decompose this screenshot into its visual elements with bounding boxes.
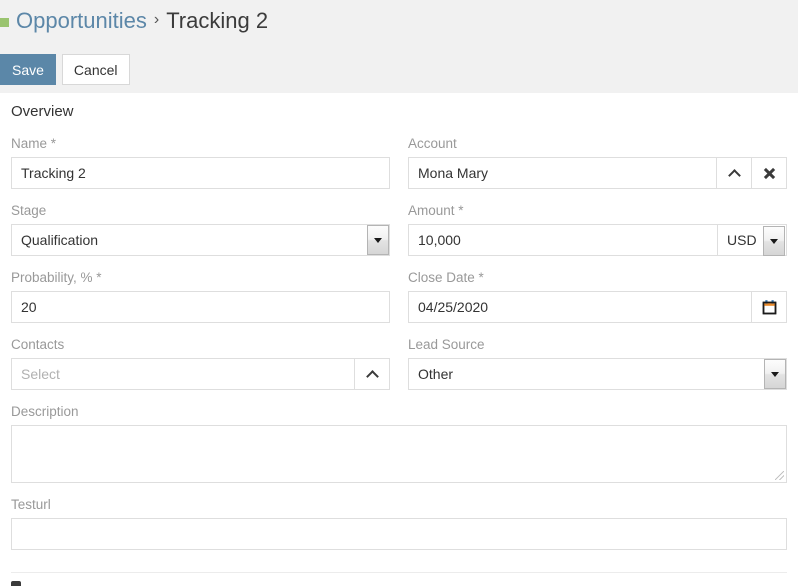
overview-panel-title: Overview: [11, 103, 74, 120]
amount-input[interactable]: [408, 224, 718, 256]
field-account: Account: [408, 135, 787, 189]
stage-selected-value: Qualification: [11, 224, 390, 256]
lead-source-select[interactable]: Other: [408, 358, 787, 390]
field-account-label: Account: [408, 136, 457, 151]
form-toolbar: Save Cancel: [0, 54, 130, 85]
close-date-picker-button[interactable]: [752, 291, 787, 323]
field-amount-label: Amount *: [408, 203, 464, 218]
account-clear-button[interactable]: [752, 157, 787, 189]
record-color-square-icon: [0, 17, 9, 27]
field-probability-label: Probability, % *: [11, 270, 102, 285]
lead-source-selected-value: Other: [408, 358, 787, 390]
overview-field-grid: Name * Account Stage: [0, 135, 798, 563]
field-testurl-label: Testurl: [11, 497, 51, 512]
calendar-icon: [762, 299, 776, 314]
field-lead-source-label: Lead Source: [408, 337, 485, 352]
probability-input[interactable]: [11, 291, 390, 323]
form-body: Overview Name * Account: [0, 93, 798, 563]
field-testurl: Testurl: [11, 496, 787, 550]
field-contacts-label: Contacts: [11, 337, 65, 352]
cancel-button[interactable]: Cancel: [61, 54, 130, 85]
description-textarea[interactable]: [11, 425, 787, 483]
account-input-group: [408, 157, 787, 189]
field-description-label: Description: [11, 404, 79, 419]
breadcrumb-link-opportunities[interactable]: Opportunities: [16, 8, 147, 34]
field-probability: Probability, % *: [11, 269, 390, 323]
testurl-input[interactable]: [11, 518, 787, 550]
stage-select[interactable]: Qualification: [11, 224, 390, 256]
lead-source-dropdown-button[interactable]: [764, 359, 786, 389]
field-close-date: Close Date *: [408, 269, 787, 323]
chevron-up-icon: [365, 369, 379, 383]
currency-dropdown-button[interactable]: [763, 226, 785, 256]
field-description: Description: [11, 403, 787, 483]
section-divider: [11, 572, 787, 573]
chevron-up-icon: [727, 168, 741, 182]
chevron-down-icon: [374, 237, 382, 243]
page-title: Tracking 2: [166, 8, 269, 33]
amount-input-group: USD: [408, 224, 787, 256]
field-name: Name *: [11, 135, 390, 189]
page-header-band: Opportunities › Tracking 2 Save Cancel: [0, 0, 798, 93]
next-section-partial: [11, 581, 21, 586]
contacts-input[interactable]: [11, 358, 355, 390]
name-input[interactable]: [11, 157, 390, 189]
close-date-input[interactable]: [408, 291, 752, 323]
save-button[interactable]: Save: [0, 54, 56, 85]
currency-selected-value: USD: [727, 232, 757, 248]
edit-opportunity-page: Opportunities › Tracking 2 Save Cancel O…: [0, 0, 798, 586]
field-amount: Amount * USD: [408, 202, 787, 256]
field-stage-label: Stage: [11, 203, 47, 218]
close-date-input-group: [408, 291, 787, 323]
field-close-date-label: Close Date *: [408, 270, 484, 285]
field-stage: Stage Qualification: [11, 202, 390, 256]
chevron-down-icon: [770, 238, 778, 244]
description-textarea-wrapper: [11, 425, 787, 483]
field-name-label: Name *: [11, 136, 57, 151]
contacts-select-button[interactable]: [355, 358, 390, 390]
field-contacts: Contacts: [11, 336, 390, 390]
close-x-icon: [763, 167, 776, 180]
chevron-down-icon: [771, 371, 779, 377]
breadcrumb: Opportunities › Tracking 2: [0, 6, 268, 36]
currency-select[interactable]: USD: [718, 224, 787, 256]
account-input[interactable]: [408, 157, 717, 189]
contacts-input-group: [11, 358, 390, 390]
breadcrumb-separator-icon: ›: [153, 11, 160, 28]
account-select-button[interactable]: [717, 157, 752, 189]
field-lead-source: Lead Source Other: [408, 336, 787, 390]
stage-dropdown-button[interactable]: [367, 225, 389, 255]
